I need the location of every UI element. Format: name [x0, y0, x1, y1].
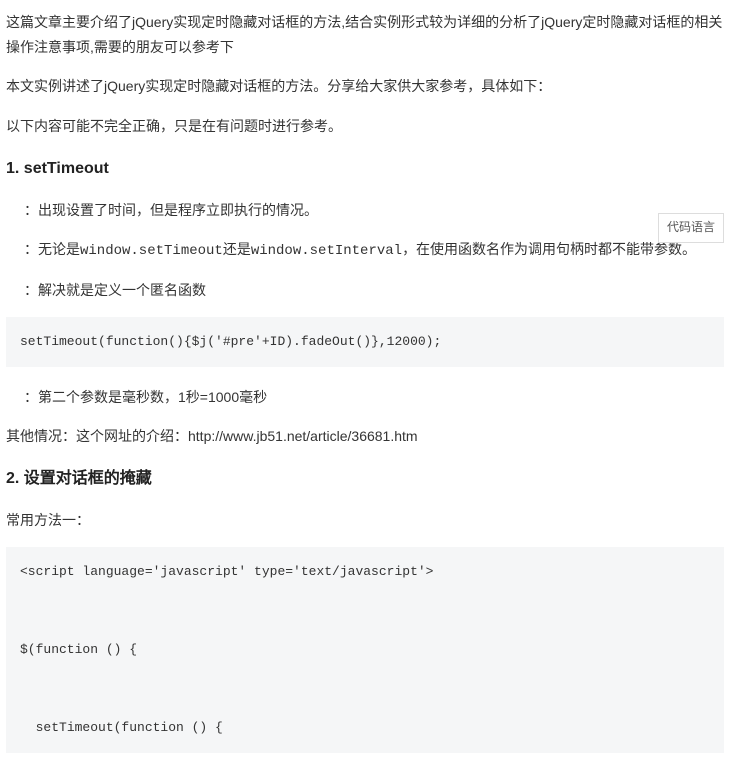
other-prefix: 其他情况：这个网址的介绍： — [6, 428, 188, 444]
section-1-item-3: ：解决就是定义一个匿名函数 — [6, 278, 724, 303]
section-2-title: 2. 设置对话框的掩藏 — [6, 465, 724, 494]
section-1-item-2: ：无论是window.setTimeout还是window.setInterva… — [6, 237, 724, 264]
section-1-item-1: ：出现设置了时间，但是程序立即执行的情况。 — [6, 198, 724, 223]
section-1-item-2-text: ：无论是window.setTimeout还是window.setInterva… — [24, 241, 696, 257]
other-url: http://www.jb51.net/article/36681.htm — [188, 428, 418, 444]
paragraph-1: 本文实例讲述了jQuery实现定时隐藏对话框的方法。分享给大家供大家参考，具体如… — [6, 74, 724, 99]
code-language-badge[interactable]: 代码语言 — [658, 213, 724, 243]
section-1-item-4: ：第二个参数是毫秒数，1秒=1000毫秒 — [6, 385, 724, 410]
code-block-1: setTimeout(function(){$j('#pre'+ID).fade… — [6, 317, 724, 367]
section-1-other: 其他情况：这个网址的介绍：http://www.jb51.net/article… — [6, 424, 724, 449]
code-block-2: <script language='javascript' type='text… — [6, 547, 724, 753]
paragraph-2: 以下内容可能不完全正确，只是在有问题时进行参考。 — [6, 114, 724, 139]
intro-paragraph: 这篇文章主要介绍了jQuery实现定时隐藏对话框的方法,结合实例形式较为详细的分… — [6, 10, 724, 60]
section-1-title: 1. setTimeout — [6, 155, 724, 184]
section-2-para: 常用方法一： — [6, 508, 724, 533]
